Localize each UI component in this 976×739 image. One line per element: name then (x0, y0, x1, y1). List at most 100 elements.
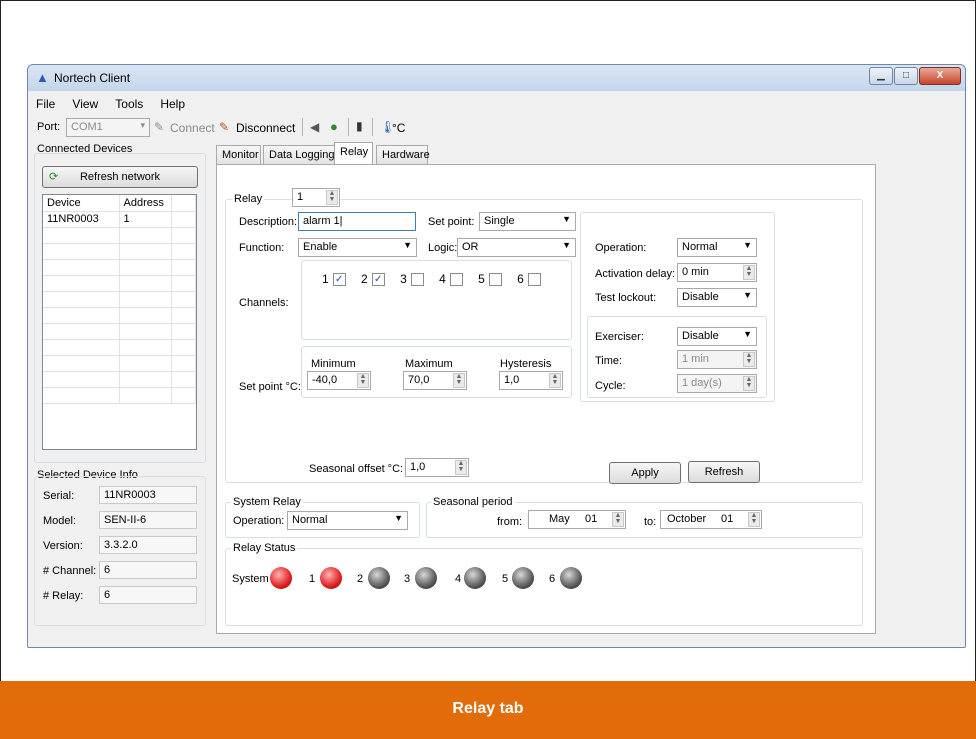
relay-1-status-led (320, 567, 342, 589)
chevron-down-icon: ▾ (140, 120, 145, 130)
relay-count-label: # Relay: (43, 590, 84, 602)
logic-select[interactable]: OR ▼ (457, 238, 576, 257)
port-label: Port: (37, 121, 61, 133)
model-value: SEN-II-6 (99, 511, 197, 529)
tab-relay[interactable]: Relay (334, 142, 373, 165)
channel-6-checkbox[interactable] (527, 273, 541, 287)
port-value: COM1 (71, 121, 103, 133)
device-list[interactable]: Device Address 11NR0003 1 (42, 194, 197, 450)
from-date-picker[interactable]: May 01 ▲ ▼ (528, 510, 626, 529)
channel-checkboxes: 1 ✓ 2 ✓ 3 4 5 6 (322, 272, 541, 287)
channel-5-checkbox[interactable] (488, 273, 502, 287)
set-point-select[interactable]: Single ▼ (479, 212, 576, 231)
relay-4-status-led (464, 567, 486, 589)
close-button[interactable]: X (919, 67, 961, 85)
connect-button[interactable]: Connect (170, 121, 215, 135)
function-value: Enable (303, 241, 338, 253)
menu-view[interactable]: View (72, 97, 98, 111)
channel-2[interactable]: 2 ✓ (361, 272, 385, 287)
temp-unit-label[interactable]: °C (392, 121, 405, 135)
operation-value: Normal (682, 241, 718, 253)
channel-1-checkbox[interactable]: ✓ (332, 273, 346, 287)
refresh-network-button[interactable]: ⟳ Refresh network (42, 166, 198, 188)
table-row[interactable]: 11NR0003 1 (43, 211, 196, 228)
maximum-label: Maximum (405, 358, 453, 370)
spinner-arrows-icon[interactable]: ▲ ▼ (743, 376, 755, 391)
logic-value: OR (462, 241, 479, 253)
from-day-value: 01 (585, 513, 598, 525)
spinner-arrows-icon[interactable]: ▲ ▼ (612, 512, 624, 527)
book-icon[interactable]: ▮ (356, 119, 363, 133)
tab-data-logging[interactable]: Data Logging (263, 145, 343, 164)
description-input[interactable]: alarm 1| (298, 212, 416, 231)
col-device-header[interactable]: Device (43, 195, 120, 212)
from-month-value: May (549, 513, 570, 525)
disconnect-button[interactable]: Disconnect (236, 121, 295, 135)
menu-bar: File View Tools Help (36, 97, 199, 111)
hysteresis-label: Hysteresis (500, 358, 552, 370)
led-5-label: 5 (502, 573, 509, 585)
apply-button[interactable]: Apply (609, 462, 681, 484)
exerciser-select[interactable]: Disable ▼ (677, 327, 757, 346)
spinner-arrows-icon[interactable]: ▲ ▼ (455, 460, 467, 475)
seasonal-offset-spinner[interactable]: 1,0 ▲ ▼ (405, 458, 469, 477)
channel-1[interactable]: 1 ✓ (322, 272, 346, 287)
tab-monitor[interactable]: Monitor (216, 145, 261, 164)
channel-6[interactable]: 6 (517, 272, 541, 287)
menu-file[interactable]: File (36, 97, 55, 111)
led-6-label: 6 (549, 573, 556, 585)
globe-icon[interactable]: ● (330, 119, 338, 134)
refresh-button[interactable]: Refresh (688, 461, 760, 483)
tab-hardware[interactable]: Hardware (376, 145, 430, 164)
version-label: Version: (43, 540, 83, 552)
toolbar-divider (348, 118, 349, 136)
channel-4[interactable]: 4 (439, 272, 463, 287)
spinner-arrows-icon[interactable]: ▲ ▼ (748, 512, 760, 527)
spinner-arrows-icon[interactable]: ▲ ▼ (357, 373, 369, 388)
time-value: 1 min (682, 353, 709, 365)
operation-select[interactable]: Normal ▼ (677, 238, 757, 257)
minimum-spinner[interactable]: -40,0 ▲ ▼ (307, 371, 371, 390)
spinner-arrows-icon[interactable]: ▲ ▼ (743, 352, 755, 367)
seasonal-offset-label: Seasonal offset °C: (309, 463, 404, 475)
activation-delay-spinner[interactable]: 0 min ▲ ▼ (677, 263, 757, 282)
serial-value: 11NR0003 (99, 486, 197, 504)
test-lockout-select[interactable]: Disable ▼ (677, 288, 757, 307)
col-address-header[interactable]: Address (119, 195, 172, 212)
toolbar-divider (302, 118, 303, 136)
maximum-spinner[interactable]: 70,0 ▲ ▼ (403, 371, 467, 390)
chevron-down-icon: ▼ (743, 290, 752, 300)
exerciser-label: Exerciser: (595, 331, 644, 343)
time-spinner[interactable]: 1 min ▲ ▼ (677, 350, 757, 369)
refresh-network-label: Refresh network (79, 171, 161, 183)
channel-3[interactable]: 3 (400, 272, 424, 287)
channel-4-checkbox[interactable] (449, 273, 463, 287)
relay-3-status-led (415, 567, 437, 589)
hysteresis-spinner[interactable]: 1,0 ▲ ▼ (499, 371, 563, 390)
spinner-arrows-icon[interactable]: ▲ ▼ (453, 373, 465, 388)
address-cell[interactable]: 1 (119, 211, 172, 228)
device-cell[interactable]: 11NR0003 (43, 211, 120, 228)
relay-number-spinner[interactable]: 1 ▲ ▼ (292, 188, 340, 207)
channel-5[interactable]: 5 (478, 272, 502, 287)
speaker-icon[interactable]: ◀ (310, 120, 319, 134)
to-date-picker[interactable]: October 01 ▲ ▼ (660, 510, 762, 529)
channel-3-checkbox[interactable] (410, 273, 424, 287)
function-select[interactable]: Enable ▼ (298, 238, 417, 257)
menu-help[interactable]: Help (160, 97, 185, 111)
maximize-button[interactable]: □ (894, 67, 918, 85)
to-label: to: (644, 516, 657, 528)
cycle-spinner[interactable]: 1 day(s) ▲ ▼ (677, 374, 757, 393)
maximum-value: 70,0 (408, 374, 430, 386)
relay-status-title: Relay Status (231, 542, 298, 554)
spinner-arrows-icon[interactable]: ▲ ▼ (743, 265, 755, 280)
port-select[interactable]: COM1 ▾ (66, 118, 150, 137)
channel-2-label: 2 (361, 272, 368, 286)
spinner-arrows-icon[interactable]: ▲ ▼ (326, 190, 338, 205)
system-operation-select[interactable]: Normal ▼ (287, 511, 408, 530)
minimize-button[interactable]: ▁ (869, 67, 893, 85)
spinner-arrows-icon[interactable]: ▲ ▼ (549, 373, 561, 388)
menu-tools[interactable]: Tools (115, 97, 143, 111)
led-4-label: 4 (455, 573, 462, 585)
channel-2-checkbox[interactable]: ✓ (371, 273, 385, 287)
